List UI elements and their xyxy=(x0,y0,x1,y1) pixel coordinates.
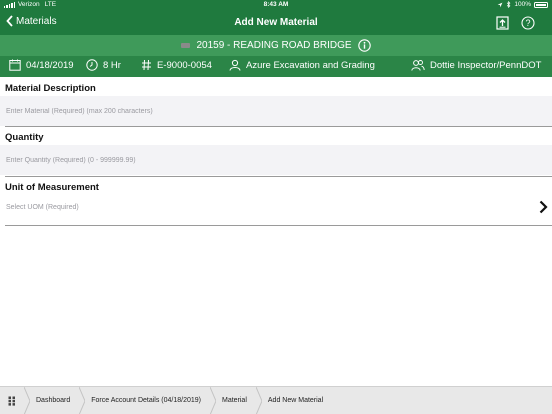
contractor-value: Azure Excavation and Grading xyxy=(246,59,375,71)
status-bar: Verizon LTE 8:43 AM 100% xyxy=(0,0,552,11)
quantity-input[interactable] xyxy=(0,145,552,175)
help-button[interactable]: ? xyxy=(520,15,536,31)
navigation-bar: Materials Add New Material ? xyxy=(0,11,552,35)
breadcrumb-label: Dashboard xyxy=(36,397,71,404)
people-icon xyxy=(411,60,425,71)
breadcrumb-force-account-details[interactable]: Force Account Details (04/18/2019) xyxy=(85,387,210,414)
info-inspector: Dottie Inspector/PennDOT xyxy=(411,59,541,71)
upload-icon xyxy=(495,16,509,30)
back-button[interactable]: Materials xyxy=(6,15,57,27)
calendar-icon xyxy=(9,59,21,71)
status-time: 8:43 AM xyxy=(263,1,289,8)
app-menu-button[interactable] xyxy=(0,387,24,414)
info-icon[interactable] xyxy=(357,39,371,52)
material-description-label: Material Description xyxy=(5,83,96,94)
hours-value: 8 Hr xyxy=(103,59,121,71)
bluetooth-icon xyxy=(507,1,511,8)
project-name: 20159 - READING ROAD BRIDGE xyxy=(196,40,352,51)
battery-icon xyxy=(534,1,548,8)
help-icon: ? xyxy=(521,16,535,30)
location-icon xyxy=(497,2,503,7)
quantity-label: Quantity xyxy=(5,132,44,143)
breadcrumb-add-new-material: Add New Material xyxy=(262,387,332,414)
breadcrumb-dashboard[interactable]: Dashboard xyxy=(30,387,79,414)
divider xyxy=(5,176,552,177)
breadcrumb-label: Material xyxy=(221,397,247,404)
grid-icon xyxy=(8,396,15,406)
person-icon xyxy=(229,59,241,71)
chevron-right-icon xyxy=(539,200,548,214)
breadcrumb-material[interactable]: Material xyxy=(216,387,256,414)
divider xyxy=(5,225,552,226)
project-bar: 20159 - READING ROAD BRIDGE xyxy=(0,35,552,56)
material-description-input[interactable] xyxy=(0,96,552,126)
divider xyxy=(5,126,552,127)
svg-text:?: ? xyxy=(525,18,530,28)
breadcrumb-label: Add New Material xyxy=(267,397,324,404)
info-contract: E-9000-0054 xyxy=(141,59,212,71)
hash-icon xyxy=(142,59,151,71)
uom-placeholder: Select UOM (Required) xyxy=(6,204,79,211)
clock-icon xyxy=(86,59,98,71)
nav-actions: ? xyxy=(494,15,536,31)
status-right: 100% xyxy=(497,1,548,8)
save-upload-button[interactable] xyxy=(494,15,510,31)
info-bar: 04/18/2019 8 Hr E-9000-0054 Azure Excava… xyxy=(0,56,552,77)
breadcrumb-label: Force Account Details (04/18/2019) xyxy=(91,397,201,404)
project-flag-icon xyxy=(181,43,191,48)
info-contractor: Azure Excavation and Grading xyxy=(229,59,375,71)
uom-select[interactable]: Select UOM (Required) xyxy=(0,194,552,224)
inspector-value: Dottie Inspector/PennDOT xyxy=(430,59,542,71)
page-title: Add New Material xyxy=(234,17,318,28)
info-date: 04/18/2019 xyxy=(9,59,74,71)
battery-percent: 100% xyxy=(514,1,531,8)
contract-value: E-9000-0054 xyxy=(157,59,212,71)
breadcrumb: Dashboard Force Account Details (04/18/2… xyxy=(0,386,552,414)
date-value: 04/18/2019 xyxy=(26,59,74,71)
back-button-label: Materials xyxy=(16,15,57,27)
info-hours: 8 Hr xyxy=(86,59,121,71)
uom-label: Unit of Measurement xyxy=(5,182,99,193)
chevron-left-icon xyxy=(6,15,13,27)
